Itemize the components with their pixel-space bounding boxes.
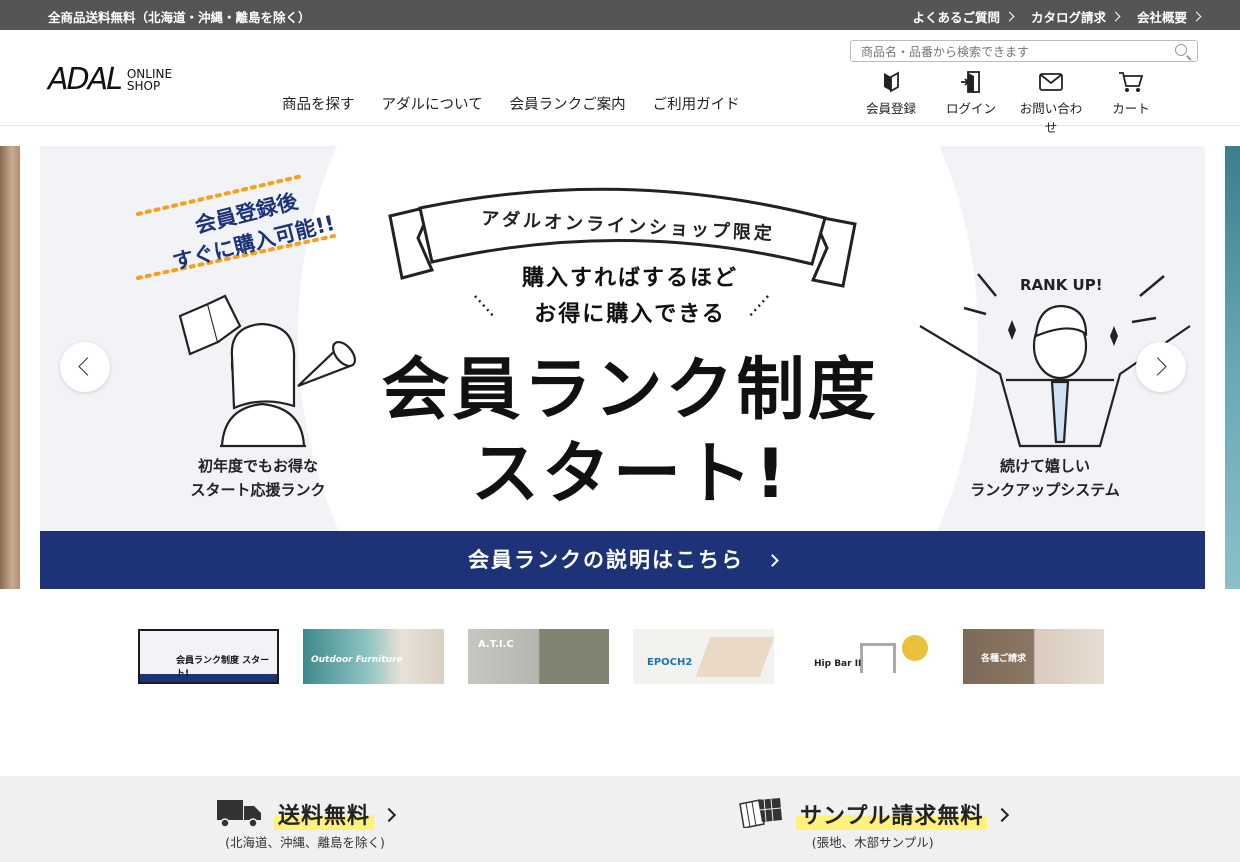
next-slide-peek[interactable] (1225, 146, 1240, 589)
sample-swatch-icon (739, 798, 782, 828)
free-shipping-notice: 全商品送料無料（北海道・沖縄・離島を除く） (48, 10, 311, 25)
chevron-left-icon (78, 357, 97, 376)
nav-guide[interactable]: ご利用ガイド (653, 93, 740, 114)
chevron-right-icon (1191, 11, 1202, 22)
chevron-right-icon (1148, 357, 1167, 376)
chevron-right-icon (766, 554, 779, 567)
thumbnail-atic[interactable]: A.T.I.C (468, 629, 609, 684)
main-nav: 商品を探す アダルについて 会員ランクご案内 ご利用ガイド (282, 93, 740, 114)
free-sample-benefit[interactable]: サンプル請求無料 (張地、木部サンプル) (738, 798, 1010, 851)
thumbnail-requests[interactable]: 各種ご請求 (963, 629, 1104, 684)
member-rank-banner[interactable]: 会員登録後 すぐに購入可能!! アダルオンラインショップ限定 購入すればするほど … (40, 146, 1205, 589)
login-door-icon (961, 71, 980, 93)
free-shipping-title: 送料無料 (274, 798, 375, 830)
free-sample-note: (張地、木部サンプル) (811, 835, 934, 850)
nav-member-rank[interactable]: 会員ランクご案内 (510, 93, 626, 114)
thumbnail-member-rank[interactable]: 会員ランク制度 スタート! (138, 629, 279, 684)
banner-subtitle-1: 購入すればするほど (521, 266, 738, 291)
thumbnail-hipbar[interactable]: Hip Bar II (798, 629, 939, 684)
chevron-right-icon (1110, 11, 1121, 22)
search-input[interactable] (851, 42, 1161, 62)
nav-about-adal[interactable]: アダルについて (382, 93, 483, 114)
banner-headline-2: スタート! (470, 435, 789, 514)
chevron-right-icon (995, 807, 1010, 823)
search-box (850, 40, 1198, 62)
logo-subtitle: ONLINE SHOP (126, 66, 173, 93)
member-rank-cta[interactable]: 会員ランクの説明はこちら (40, 531, 1205, 589)
benefits-strip: 送料無料 (北海道、沖縄、離島を除く) サンプル請求無料 (張地、木部サンプル) (0, 776, 1240, 862)
hero-carousel: 会員登録後 すぐに購入可能!! アダルオンラインショップ限定 購入すればするほど … (0, 146, 1240, 589)
search-icon[interactable] (1175, 44, 1187, 56)
carousel-prev-button[interactable] (60, 342, 110, 392)
banner-subtitle-2: お得に購入できる (534, 302, 726, 327)
login-button[interactable]: ログイン (936, 70, 1006, 136)
thumbnail-epoch2[interactable]: EPOCH2 (633, 629, 774, 684)
previous-slide-peek[interactable] (0, 146, 20, 589)
beginner-mark-icon (884, 71, 899, 93)
top-announcement-bar: 全商品送料無料（北海道・沖縄・離島を除く） よくあるご質問 カタログ請求 会社概… (0, 0, 1240, 30)
top-links: よくあるご質問 カタログ請求 会社概要 (912, 7, 1202, 26)
mail-icon (1039, 73, 1063, 91)
logo-mark: ADAL (48, 62, 123, 97)
free-shipping-note: (北海道、沖縄、離島を除く) (225, 835, 385, 850)
free-sample-title: サンプル請求無料 (796, 798, 988, 830)
catalog-request-link[interactable]: カタログ請求 (1031, 7, 1121, 26)
left-caption: 初年度でもお得な スタート応援ランク (190, 457, 326, 499)
free-shipping-benefit[interactable]: 送料無料 (北海道、沖縄、離島を除く) (216, 798, 397, 851)
cart-icon (1119, 72, 1144, 92)
company-profile-link[interactable]: 会社概要 (1137, 7, 1202, 26)
contact-button[interactable]: お問い合わせ (1016, 70, 1086, 136)
carousel-next-button[interactable] (1136, 342, 1186, 392)
site-header: ADAL ONLINE SHOP 商品を探す アダルについて 会員ランクご案内 ご… (0, 30, 1240, 135)
thumbnail-outdoor[interactable]: Outdoor Furniture (303, 629, 444, 684)
register-button[interactable]: 会員登録 (856, 70, 926, 136)
chevron-right-icon (1004, 11, 1015, 22)
nav-product-search[interactable]: 商品を探す (282, 93, 355, 114)
carousel-thumbnails: 会員ランク制度 スタート! Outdoor Furniture A.T.I.C … (138, 629, 1104, 684)
right-caption: 続けて嬉しい ランクアップシステム (970, 457, 1120, 499)
truck-icon (217, 800, 261, 828)
chevron-right-icon (381, 807, 397, 823)
rank-up-label: RANK UP! (1020, 276, 1103, 294)
site-logo[interactable]: ADAL ONLINE SHOP (48, 62, 172, 97)
cart-button[interactable]: カート (1096, 70, 1166, 136)
header-icon-menu: 会員登録 ログイン お問い合わせ カート (856, 70, 1176, 136)
faq-link[interactable]: よくあるご質問 (912, 7, 1015, 26)
